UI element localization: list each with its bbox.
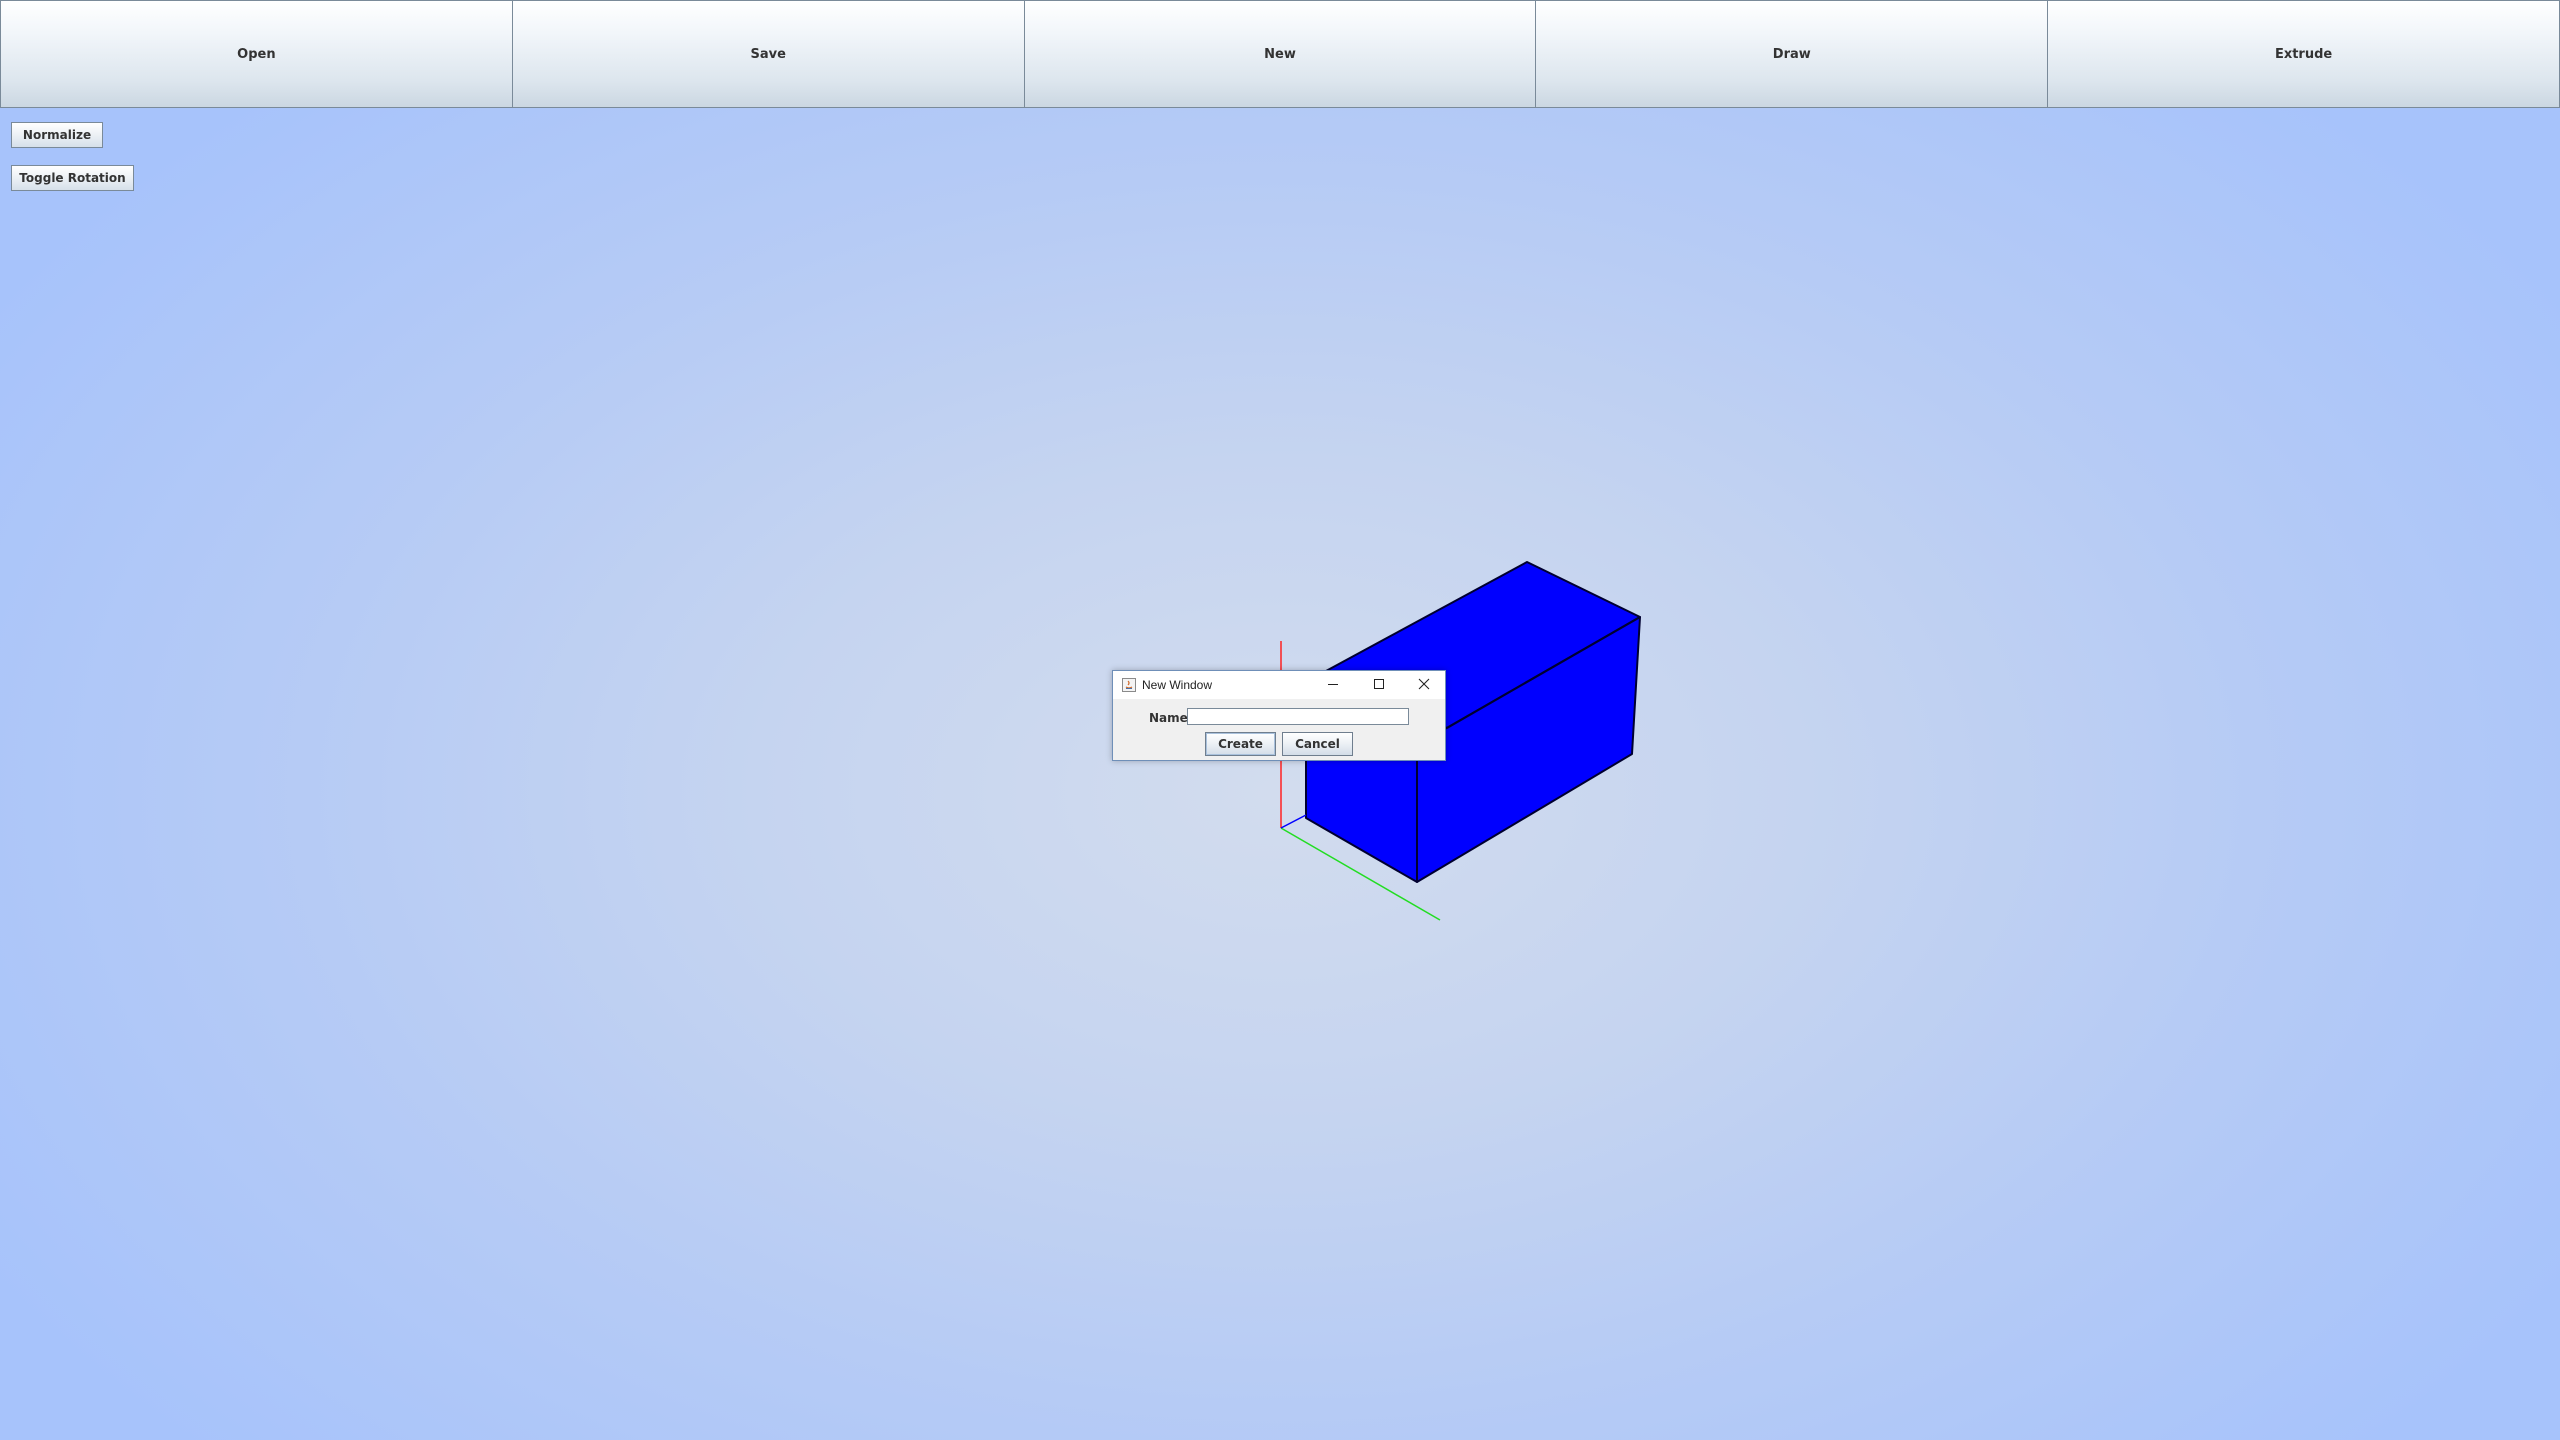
dialog-title-bar[interactable]: New Window bbox=[1113, 671, 1445, 699]
dialog-title: New Window bbox=[1142, 678, 1213, 692]
name-label: Name bbox=[1149, 711, 1188, 725]
create-button[interactable]: Create bbox=[1205, 732, 1276, 756]
close-icon[interactable] bbox=[1414, 675, 1434, 693]
cancel-button[interactable]: Cancel bbox=[1282, 732, 1353, 756]
java-app-icon bbox=[1122, 678, 1136, 692]
maximize-icon[interactable] bbox=[1369, 675, 1389, 693]
new-window-dialog: New Window Name Create Cancel bbox=[1112, 670, 1446, 761]
z-axis-line bbox=[1280, 814, 1307, 829]
box-front-face bbox=[1305, 744, 1418, 883]
name-input[interactable] bbox=[1187, 708, 1409, 725]
minimize-icon[interactable] bbox=[1323, 675, 1343, 693]
